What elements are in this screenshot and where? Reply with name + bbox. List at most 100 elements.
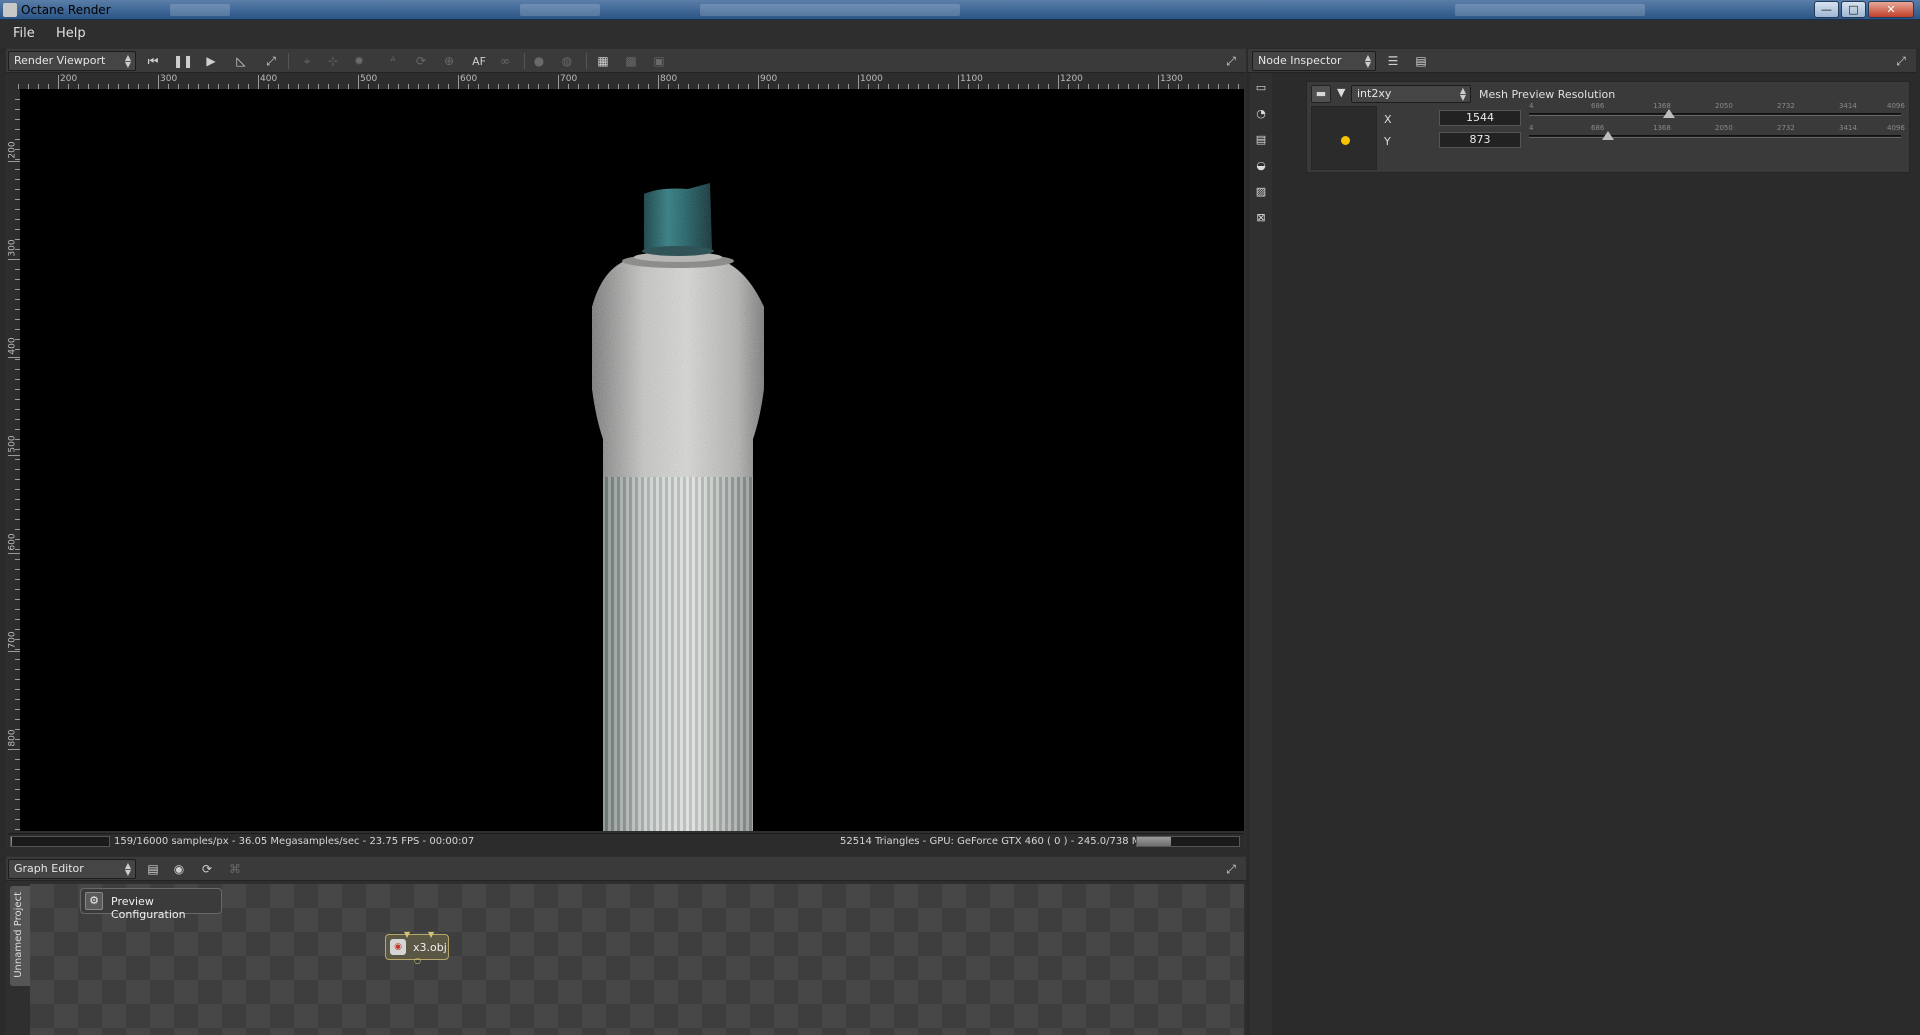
render-viewport-selector[interactable]: Render Viewport ▲ ▼ [8, 51, 136, 71]
slider-track[interactable] [1529, 135, 1901, 138]
expand-all-icon[interactable]: ▤ [1412, 52, 1430, 70]
ruler-major-tick [8, 357, 20, 358]
node-inspector-selector[interactable]: Node Inspector ▲ ▼ [1252, 51, 1376, 71]
ruler-major-tick [8, 161, 20, 162]
rotate-icon[interactable]: ⟳ [412, 52, 430, 70]
maximize-inspector-icon[interactable]: ⤢ [1892, 52, 1910, 70]
slider-knob[interactable] [1602, 131, 1614, 140]
ruler-major-tick [8, 651, 20, 652]
slider-tick-label: 4096 [1887, 124, 1905, 132]
pick-icon[interactable]: ⌖ [298, 52, 316, 70]
toolbar-separator [524, 53, 525, 69]
maximize-button[interactable]: □ [1841, 1, 1866, 18]
glasses-icon[interactable]: ∞ [496, 52, 514, 70]
inspector-node-block: ▬ ▼ int2xy ▲ ▼ Mesh Preview Resolution X … [1306, 81, 1910, 173]
titlebar-reflection [170, 4, 230, 16]
memory-progress-bar [1136, 836, 1240, 847]
toolbar-separator [288, 53, 289, 69]
ruler-label: 1000 [860, 74, 883, 84]
ruler-major-tick [8, 553, 20, 554]
render-stats-text: 159/16000 samples/px - 36.05 Megasamples… [114, 836, 475, 847]
vertical-ruler: 200 300 400 500 600 700 800 [8, 89, 20, 831]
menu-help[interactable]: Help [56, 26, 86, 41]
ruler-major-tick [8, 455, 20, 456]
project-tab[interactable]: Unnamed Project [10, 886, 30, 986]
camera-icon[interactable]: ▭ [1254, 81, 1268, 95]
resize-icon[interactable]: ⤢ [262, 52, 280, 70]
sun-icon[interactable]: ✹ [350, 52, 368, 70]
slider-knob[interactable] [1663, 109, 1675, 118]
slider-track[interactable] [1529, 113, 1901, 116]
input-pin-icon[interactable]: ▼ [428, 930, 434, 939]
inspector-quick-access-bar: ▭ ◔ ▤ ◒ ▨ ⊠ [1250, 73, 1272, 1035]
rewind-icon[interactable]: ⏮ [144, 52, 162, 70]
node-type-selector[interactable]: int2xy ▲ ▼ [1351, 85, 1471, 103]
layout-icon[interactable]: ⌘ [226, 860, 244, 878]
af-icon[interactable]: ᴬ [384, 52, 402, 70]
region-icon[interactable]: ▦ [594, 52, 612, 70]
new-node-icon[interactable]: ▤ [144, 860, 162, 878]
preview-node-label: Preview Configuration [111, 895, 186, 921]
play-icon[interactable]: ▶ [202, 52, 220, 70]
preview-configuration-node[interactable]: ⚙ Preview Configuration [80, 888, 222, 921]
focus-icon[interactable]: ⊹ [324, 52, 342, 70]
ruler-label: 500 [8, 435, 18, 453]
slider-tick-label: 2050 [1715, 102, 1733, 110]
mesh-node[interactable]: ◉ x3.obj ▼ ▼ ○ [385, 930, 449, 965]
titlebar-reflection [520, 4, 600, 16]
slider-tick-label: 1368 [1653, 124, 1671, 132]
material-icon[interactable]: ◔ [1254, 107, 1268, 121]
maximize-panel-icon[interactable]: ⤢ [1222, 52, 1240, 70]
rendered-bottle-image [592, 183, 764, 831]
graph-editor-selector[interactable]: Graph Editor ▲ ▼ [8, 859, 136, 879]
slider-tick-label: 3414 [1839, 102, 1857, 110]
window-icon[interactable]: ▣ [650, 52, 668, 70]
environment-icon[interactable]: ◒ [1254, 159, 1268, 173]
settings-icon[interactable]: ▤ [1254, 133, 1268, 147]
ruler-label: 1200 [1060, 74, 1083, 84]
output-pin-icon[interactable]: ○ [414, 956, 421, 965]
node-color-swatch [1311, 106, 1377, 170]
expand-triangle-icon[interactable]: ▼ [1337, 86, 1345, 99]
graph-icon[interactable]: ⊠ [1254, 211, 1268, 225]
maximize-graph-icon[interactable]: ⤢ [1222, 860, 1240, 878]
y-slider[interactable]: 4 686 1368 2050 2732 3414 4096 [1529, 124, 1905, 148]
graph-canvas[interactable]: ⚙ Preview Configuration ◉ x3.obj ▼ ▼ ○ [30, 884, 1244, 1035]
refresh-icon[interactable]: ⟳ [198, 860, 216, 878]
sphere2-icon[interactable]: ◍ [558, 52, 576, 70]
input-pin-icon[interactable]: ▼ [404, 930, 410, 939]
y-value-field[interactable]: 873 [1439, 132, 1521, 148]
pause-icon[interactable]: ❚❚ [173, 52, 193, 70]
render-viewport-toolbar: Render Viewport ▲ ▼ ⏮ ❚❚ ▶ ◺ ⤢ ⌖ ⊹ ✹ ᴬ ⟳ … [6, 49, 1246, 73]
ruler-label: 1300 [1160, 74, 1183, 84]
render-viewport-canvas[interactable] [20, 89, 1244, 831]
slider-tick-label: 2050 [1715, 124, 1733, 132]
graph-editor-label: Graph Editor [14, 862, 84, 875]
x-label: X [1384, 113, 1392, 126]
ruler-label: 600 [460, 74, 478, 84]
ruler-icon[interactable]: ◺ [232, 52, 250, 70]
ruler-label: 200 [60, 74, 78, 84]
menu-file[interactable]: File [13, 26, 35, 41]
updown-arrows-icon: ▲ ▼ [124, 861, 131, 877]
slider-tick-label: 4096 [1887, 102, 1905, 110]
updown-arrows-icon: ▲ ▼ [1364, 53, 1371, 69]
menu-bar: File Help [0, 20, 1920, 48]
node-collapse-button[interactable]: ▬ [1311, 85, 1331, 103]
slider-tick-label: 2732 [1777, 102, 1795, 110]
node-inspector-panel [1248, 48, 1920, 1035]
titlebar-reflection [1455, 4, 1645, 16]
x-value-field[interactable]: 1544 [1439, 110, 1521, 126]
collapse-all-icon[interactable]: ☰ [1384, 52, 1402, 70]
sphere-icon[interactable]: ● [530, 52, 548, 70]
image-icon[interactable]: ▨ [1254, 185, 1268, 199]
octane-app-icon [3, 3, 17, 17]
af-label-icon[interactable]: AF [470, 52, 488, 70]
material-icon[interactable]: ◉ [170, 860, 188, 878]
zoom-icon[interactable]: ⊕ [440, 52, 458, 70]
close-button[interactable]: ✕ [1868, 1, 1914, 18]
x-slider[interactable]: 4 686 1368 2050 2732 3414 4096 [1529, 102, 1905, 126]
grid-icon[interactable]: ▩ [622, 52, 640, 70]
minimize-button[interactable]: — [1814, 1, 1839, 18]
mesh-node-label: x3.obj [413, 941, 447, 954]
